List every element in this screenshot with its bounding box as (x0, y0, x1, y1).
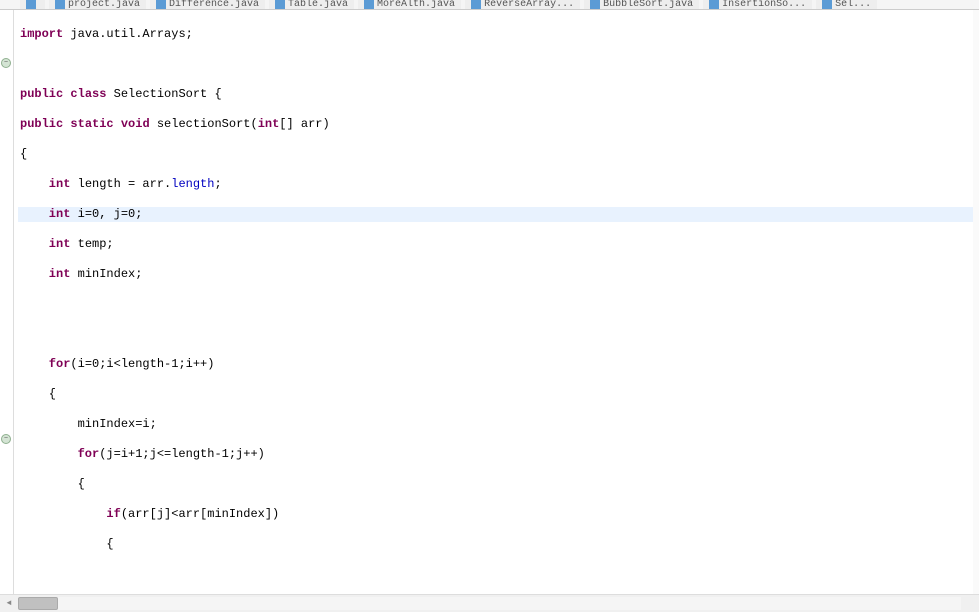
tab-item[interactable]: ReverseArray... (465, 0, 580, 9)
tab-item[interactable]: MoreAlth.java (358, 0, 461, 9)
fold-marker-icon[interactable]: − (1, 58, 11, 68)
editor-tabs: project.java Difference.java Table.java … (0, 0, 979, 10)
tab-item[interactable] (20, 0, 45, 9)
scrollbar-track[interactable] (18, 597, 961, 610)
tab-item[interactable]: Sel... (816, 0, 877, 9)
java-file-icon (709, 0, 719, 10)
java-file-icon (471, 0, 481, 10)
java-file-icon (26, 0, 36, 10)
tab-item[interactable]: project.java (49, 0, 146, 9)
vertical-scrollbar[interactable] (973, 10, 979, 594)
tab-item[interactable]: InsertionSo... (703, 0, 812, 9)
java-file-icon (822, 0, 832, 10)
java-file-icon (590, 0, 600, 10)
tab-item[interactable]: Difference.java (150, 0, 265, 9)
code-content[interactable]: import java.util.Arrays; public class Se… (14, 10, 979, 594)
java-file-icon (156, 0, 166, 10)
horizontal-scrollbar[interactable]: ◄ (0, 594, 979, 612)
tab-item[interactable]: BubbleSort.java (584, 0, 699, 9)
tab-item[interactable]: Table.java (269, 0, 354, 9)
fold-marker-icon[interactable]: − (1, 434, 11, 444)
scroll-left-icon[interactable]: ◄ (1, 597, 17, 611)
code-editor[interactable]: − − import java.util.Arrays; public clas… (0, 10, 979, 594)
scrollbar-thumb[interactable] (18, 597, 58, 610)
java-file-icon (275, 0, 285, 10)
java-file-icon (364, 0, 374, 10)
java-file-icon (55, 0, 65, 10)
editor-gutter[interactable]: − − (0, 10, 14, 594)
